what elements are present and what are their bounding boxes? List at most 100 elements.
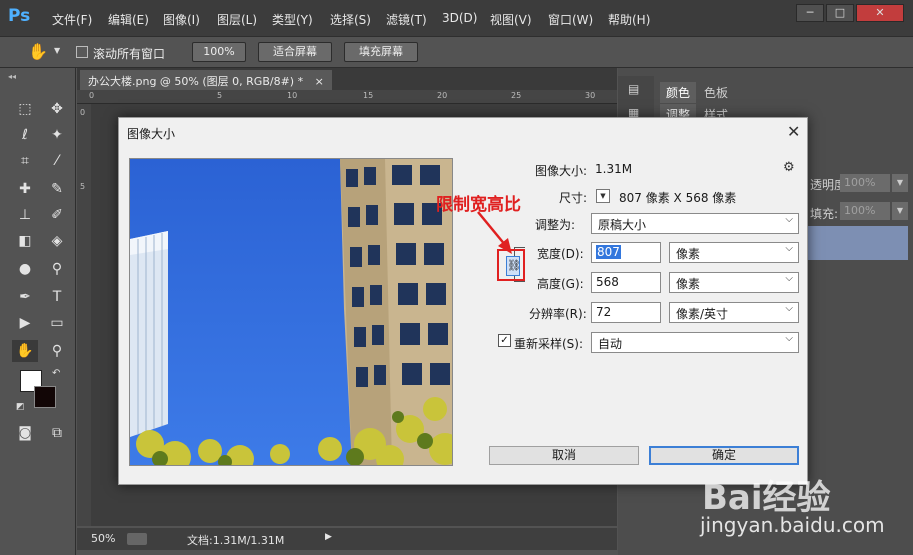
dimensions-value: 807 像素 X 568 像素	[619, 191, 737, 205]
ruler-tick: 30	[585, 91, 596, 100]
tab-swatches[interactable]: 色板	[698, 82, 734, 103]
menu-help[interactable]: 帮助(H)	[608, 11, 650, 28]
height-unit-select[interactable]: 像素 ⌵	[669, 272, 799, 293]
menu-select[interactable]: 选择(S)	[330, 11, 371, 28]
paint-bucket-icon[interactable]: ◈	[46, 230, 68, 252]
fit-to-value: 原稿大小	[598, 218, 647, 232]
resolution-input[interactable]: 72	[591, 302, 661, 323]
ok-button[interactable]: 确定	[649, 446, 799, 465]
height-input[interactable]: 568	[591, 272, 661, 293]
close-window-button[interactable]: ✕	[856, 4, 904, 22]
layer-row-selected[interactable]	[808, 226, 908, 260]
resolution-value: 72	[596, 305, 612, 319]
menu-image[interactable]: 图像(I)	[163, 11, 200, 28]
status-menu-arrow-icon[interactable]: ▶	[325, 532, 332, 542]
crop-tool-icon[interactable]: ⌗	[14, 150, 36, 172]
ruler-tick: 5	[80, 182, 86, 191]
dimensions-dropdown-icon[interactable]: ▼	[596, 189, 610, 203]
menu-3d[interactable]: 3D(D)	[442, 11, 477, 25]
chevron-down-icon: ⌵	[785, 214, 793, 225]
toolbox: ◂◂ ⬚ ✥ ℓ ✦ ⌗ ⁄ ✚ ✎ ⊥ ✐ ◧ ◈ ● ⚲ ✒ T ▶ ▭ ✋…	[0, 68, 76, 555]
healing-brush-icon[interactable]: ✚	[14, 178, 36, 200]
swap-colors-icon[interactable]: ↶	[52, 368, 60, 379]
blur-tool-icon[interactable]: ●	[14, 258, 36, 280]
width-input[interactable]: 807	[591, 242, 661, 263]
dialog-title: 图像大小	[127, 127, 176, 141]
image-preview[interactable]	[129, 158, 453, 466]
horizontal-ruler: 0 5 10 15 20 25 30	[77, 90, 617, 104]
ruler-tick: 25	[511, 91, 522, 100]
doc-info: 文档:1.31M/1.31M	[187, 534, 285, 547]
screen-mode-icon[interactable]: ⧉	[46, 422, 68, 444]
menu-window[interactable]: 窗口(W)	[548, 11, 593, 28]
default-colors-icon[interactable]: ◩	[16, 402, 25, 412]
menu-type[interactable]: 类型(Y)	[272, 11, 313, 28]
history-icon[interactable]: ▤	[628, 82, 639, 96]
photoshop-logo: Ps	[8, 6, 31, 26]
lasso-tool-icon[interactable]: ℓ	[14, 124, 36, 146]
dimensions-label: 尺寸:	[559, 191, 588, 205]
magic-wand-icon[interactable]: ✦	[46, 124, 68, 146]
collapse-icon[interactable]: ◂◂	[8, 72, 16, 81]
hand-tool-icon[interactable]: ✋	[12, 340, 38, 362]
fill-screen-button[interactable]: 填充屏幕	[344, 42, 418, 62]
menu-layer[interactable]: 图层(L)	[217, 11, 257, 28]
width-unit-value: 像素	[676, 247, 701, 261]
width-unit-select[interactable]: 像素 ⌵	[669, 242, 799, 263]
width-value: 807	[596, 245, 621, 259]
fit-screen-button[interactable]: 适合屏幕	[258, 42, 332, 62]
zoom-100-button[interactable]: 100%	[192, 42, 246, 62]
close-tab-icon[interactable]: ×	[315, 75, 324, 88]
resample-checkbox[interactable]: ✓	[498, 334, 511, 347]
minimize-button[interactable]: ─	[796, 4, 824, 22]
opacity-dropdown-icon[interactable]: ▼	[892, 174, 908, 192]
background-color-swatch[interactable]	[34, 386, 56, 408]
menu-view[interactable]: 视图(V)	[490, 11, 532, 28]
gear-icon[interactable]: ⚙	[783, 160, 795, 175]
move-tool-icon[interactable]: ✥	[46, 98, 68, 120]
resample-select[interactable]: 自动 ⌵	[591, 332, 799, 353]
height-label: 高度(G):	[537, 277, 584, 291]
rectangle-tool-icon[interactable]: ▭	[46, 312, 68, 334]
opacity-field[interactable]: 100%	[840, 174, 890, 192]
status-icon[interactable]	[127, 533, 147, 545]
cancel-button[interactable]: 取消	[489, 446, 639, 465]
chevron-down-icon: ⌵	[785, 243, 793, 254]
chevron-down-icon[interactable]: ▼	[54, 46, 60, 55]
dialog-close-icon[interactable]: ✕	[787, 122, 800, 141]
scroll-all-checkbox[interactable]	[76, 46, 88, 58]
marquee-tool-icon[interactable]: ⬚	[14, 98, 36, 120]
fill-field[interactable]: 100%	[840, 202, 890, 220]
path-select-icon[interactable]: ▶	[14, 312, 36, 334]
eraser-tool-icon[interactable]: ◧	[14, 230, 36, 252]
dodge-tool-icon[interactable]: ⚲	[46, 258, 68, 280]
height-unit-value: 像素	[676, 277, 701, 291]
scroll-all-label: 滚动所有窗口	[93, 47, 166, 61]
document-title: 办公大楼.png @ 50% (图层 0, RGB/8#) *	[88, 75, 304, 88]
type-tool-icon[interactable]: T	[46, 286, 68, 308]
annotation-arrow-icon	[477, 211, 512, 254]
document-tab[interactable]: 办公大楼.png @ 50% (图层 0, RGB/8#) * ×	[80, 70, 332, 90]
menu-bar: Ps 文件(F) 编辑(E) 图像(I) 图层(L) 类型(Y) 选择(S) 滤…	[0, 0, 913, 36]
pen-tool-icon[interactable]: ✒	[14, 286, 36, 308]
preview-image-svg	[130, 159, 452, 465]
resolution-label: 分辨率(R):	[529, 307, 587, 321]
fit-to-select[interactable]: 原稿大小 ⌵	[591, 213, 799, 234]
image-size-value: 1.31M	[595, 162, 633, 176]
maximize-button[interactable]: □	[826, 4, 854, 22]
hand-tool-icon[interactable]: ✋	[28, 42, 48, 61]
stamp-tool-icon[interactable]: ⊥	[14, 204, 36, 226]
brush-tool-icon[interactable]: ✎	[46, 178, 68, 200]
zoom-tool-icon[interactable]: ⚲	[46, 340, 68, 362]
menu-edit[interactable]: 编辑(E)	[108, 11, 149, 28]
quick-mask-icon[interactable]: ◙	[14, 422, 36, 444]
resolution-unit-select[interactable]: 像素/英寸 ⌵	[669, 302, 799, 323]
zoom-level[interactable]: 50%	[91, 532, 115, 545]
menu-filter[interactable]: 滤镜(T)	[386, 11, 427, 28]
tab-color[interactable]: 颜色	[660, 82, 697, 103]
link-bracket-bottom	[514, 281, 525, 282]
history-brush-icon[interactable]: ✐	[46, 204, 68, 226]
menu-file[interactable]: 文件(F)	[52, 11, 92, 28]
eyedropper-icon[interactable]: ⁄	[46, 150, 68, 172]
fill-dropdown-icon[interactable]: ▼	[892, 202, 908, 220]
